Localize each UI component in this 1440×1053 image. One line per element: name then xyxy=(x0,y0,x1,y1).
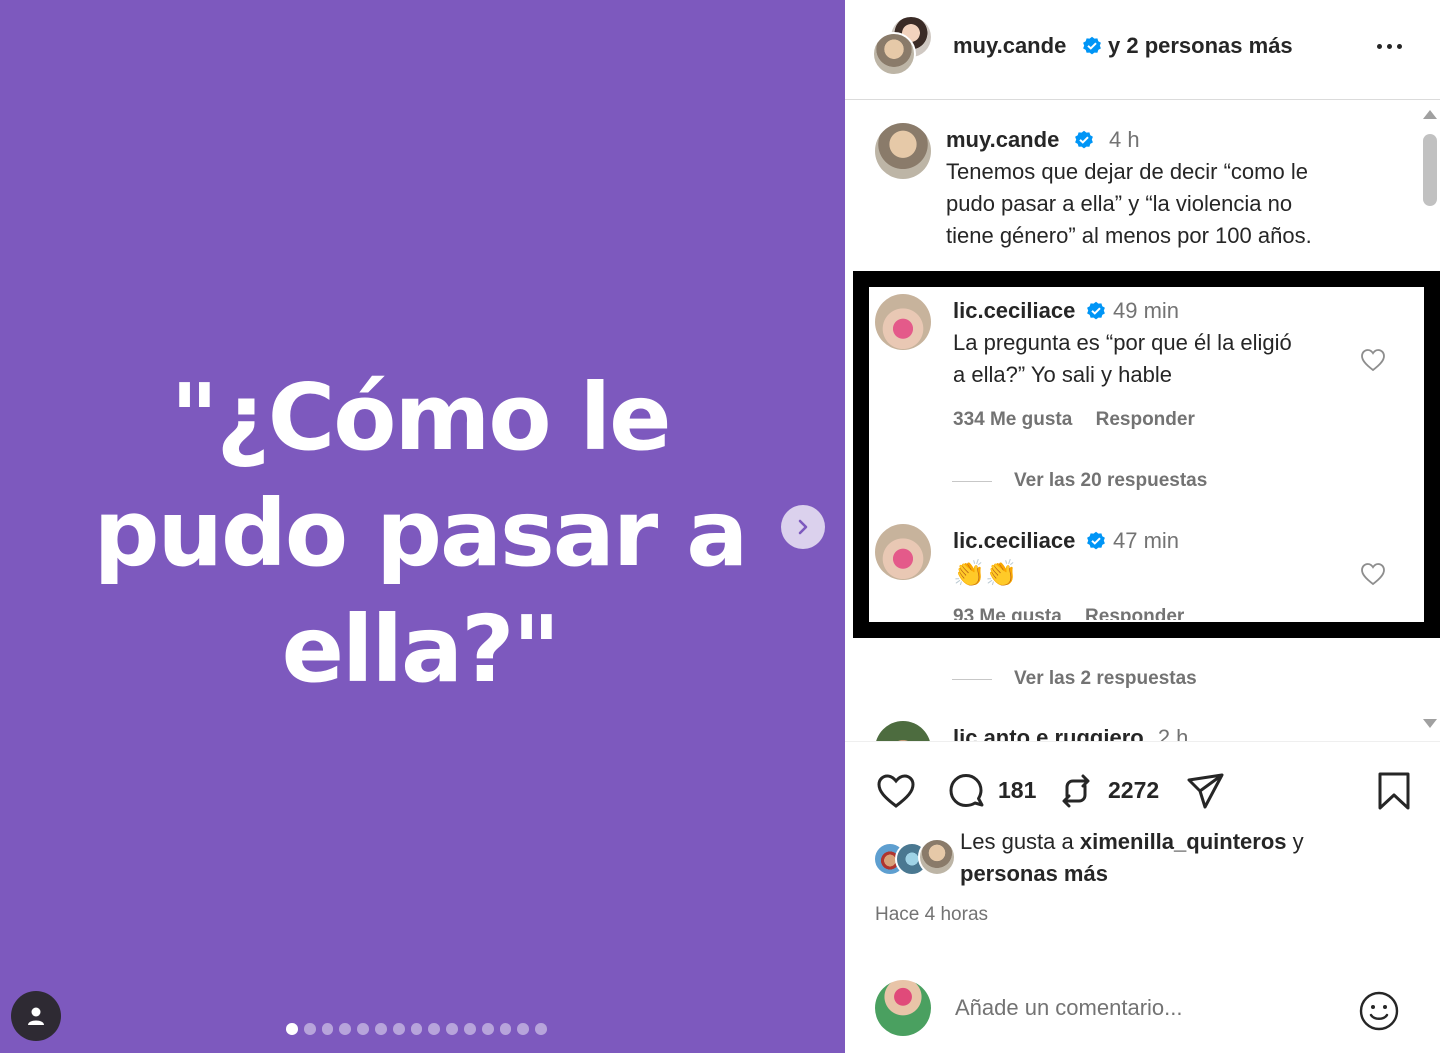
comment-avatar[interactable] xyxy=(875,294,931,350)
tagged-users-button[interactable] xyxy=(11,991,61,1041)
repost-icon[interactable] xyxy=(1055,770,1097,812)
post-actions: 181 2272 Les gusta a ximenilla_quinteros… xyxy=(845,741,1440,1053)
carousel-dot xyxy=(339,1023,352,1035)
carousel-dot xyxy=(446,1023,458,1035)
comment-time[interactable]: 2 h xyxy=(1158,725,1189,741)
comment-text: La pregunta es “por que él la eligió a e… xyxy=(953,327,1353,391)
comment-avatar[interactable] xyxy=(875,721,931,741)
carousel-dot xyxy=(410,1023,423,1035)
post-time[interactable]: Hace 4 horas xyxy=(875,904,988,926)
collab-avatar-1[interactable] xyxy=(872,32,916,76)
liker-avatar-3[interactable] xyxy=(918,838,956,876)
more-options-button[interactable] xyxy=(1377,36,1411,56)
comment-line-2: a ella?” Yo sali y hable xyxy=(953,362,1172,387)
dot-3 xyxy=(1397,43,1402,49)
verified-badge-icon xyxy=(1075,130,1093,149)
reply-button[interactable]: Responder xyxy=(1096,409,1195,430)
comments-list: muy.cande 4 h Tenemos que dejar de decir… xyxy=(845,101,1440,741)
save-icon[interactable] xyxy=(1373,770,1415,812)
caption-time[interactable]: 4 h xyxy=(1109,127,1140,153)
carousel-dot xyxy=(517,1023,530,1035)
comment-text: 👏👏 xyxy=(953,558,1018,588)
quote-line-1: "¿Cómo le xyxy=(170,364,671,471)
likes-others[interactable]: personas más xyxy=(960,861,1108,886)
comment-time[interactable]: 47 min xyxy=(1113,528,1179,554)
quote-line-2: pudo pasar a xyxy=(93,480,749,587)
carousel-dot xyxy=(374,1023,387,1035)
carousel-dot xyxy=(428,1023,441,1035)
header-username-text: muy.cande xyxy=(953,33,1067,58)
post-sidebar: muy.cande y 2 personas más muy.cande 4 h… xyxy=(845,0,1440,1053)
comment-likes[interactable]: 334 Me gusta xyxy=(953,409,1072,430)
carousel-indicator xyxy=(286,1023,547,1035)
comment-time[interactable]: 49 min xyxy=(1113,298,1179,324)
caption-username[interactable]: muy.cande xyxy=(946,127,1059,153)
next-slide-button[interactable] xyxy=(781,505,825,549)
repost-count[interactable]: 2272 xyxy=(1108,777,1159,804)
likes-summary: Les gusta a ximenilla_quinteros y person… xyxy=(960,826,1360,890)
header-username[interactable]: muy.cande xyxy=(953,33,1066,59)
comment-likes[interactable]: 93 Me gusta xyxy=(953,606,1062,620)
like-comment-icon[interactable] xyxy=(1359,346,1387,374)
likes-prefix: Les gusta a xyxy=(960,829,1074,854)
comment-line-1: La pregunta es “por que él la eligió xyxy=(953,330,1292,355)
comment-username[interactable]: lic.ceciliace xyxy=(953,528,1075,554)
verified-badge-icon xyxy=(1087,301,1105,320)
header-collaborators[interactable]: y 2 personas más xyxy=(1108,33,1293,59)
carousel-dot xyxy=(463,1023,476,1035)
view-replies-button[interactable]: Ver las 20 respuestas xyxy=(951,470,1207,492)
likes-user[interactable]: ximenilla_quinteros xyxy=(1080,829,1287,854)
comment-meta: 334 Me gusta Responder xyxy=(953,409,1195,431)
caption-avatar[interactable] xyxy=(875,123,931,179)
caption-text: Tenemos que dejar de decir “como le pudo… xyxy=(946,156,1386,252)
carousel-dot xyxy=(499,1023,512,1035)
post-header: muy.cande y 2 personas más xyxy=(845,0,1440,100)
dot-2 xyxy=(1387,43,1392,49)
verified-badge-icon xyxy=(1087,531,1105,550)
carousel-dot xyxy=(481,1023,494,1035)
dot-1 xyxy=(1377,43,1382,49)
comment-header-clipped: lic.anto.e.ruggiero 2 h xyxy=(953,725,1353,741)
comment-count[interactable]: 181 xyxy=(998,777,1036,804)
comment-username[interactable]: lic.ceciliace xyxy=(953,298,1075,324)
carousel-dot xyxy=(321,1023,334,1035)
carousel-dot xyxy=(286,1023,298,1035)
post-media[interactable]: "¿Cómo le pudo pasar a ella?" xyxy=(0,0,845,1053)
share-icon[interactable] xyxy=(1185,770,1227,812)
view-replies-button[interactable]: Ver las 2 respuestas xyxy=(952,668,1197,690)
carousel-dot xyxy=(357,1023,369,1035)
likes-suffix: y xyxy=(1292,829,1304,854)
verified-badge-icon xyxy=(1083,36,1101,55)
add-comment-input[interactable] xyxy=(955,995,1345,1021)
carousel-dot xyxy=(535,1023,547,1035)
comment-icon[interactable] xyxy=(945,770,987,812)
caption-line-1: Tenemos que dejar de decir “como le xyxy=(946,159,1308,184)
quote-line-3: ella?" xyxy=(281,596,561,703)
reply-button[interactable]: Responder xyxy=(1085,606,1184,620)
like-icon[interactable] xyxy=(875,770,917,812)
comment-meta: 93 Me gusta Responder xyxy=(953,606,1184,620)
comment-username[interactable]: lic.anto.e.ruggiero xyxy=(953,725,1144,741)
comment-avatar[interactable] xyxy=(875,524,931,580)
current-user-avatar xyxy=(875,980,931,1036)
media-quote: "¿Cómo le pudo pasar a ella?" xyxy=(60,360,780,708)
chevron-right-icon xyxy=(798,519,808,535)
carousel-dot xyxy=(392,1023,405,1035)
emoji-icon[interactable] xyxy=(1358,990,1400,1032)
carousel-dot xyxy=(303,1023,316,1035)
user-icon xyxy=(28,1007,44,1025)
like-comment-icon[interactable] xyxy=(1359,560,1387,588)
caption-line-3: tiene género” al menos por 100 años. xyxy=(946,223,1312,248)
caption-line-2: pudo pasar a ella” y “la violencia no xyxy=(946,191,1293,216)
